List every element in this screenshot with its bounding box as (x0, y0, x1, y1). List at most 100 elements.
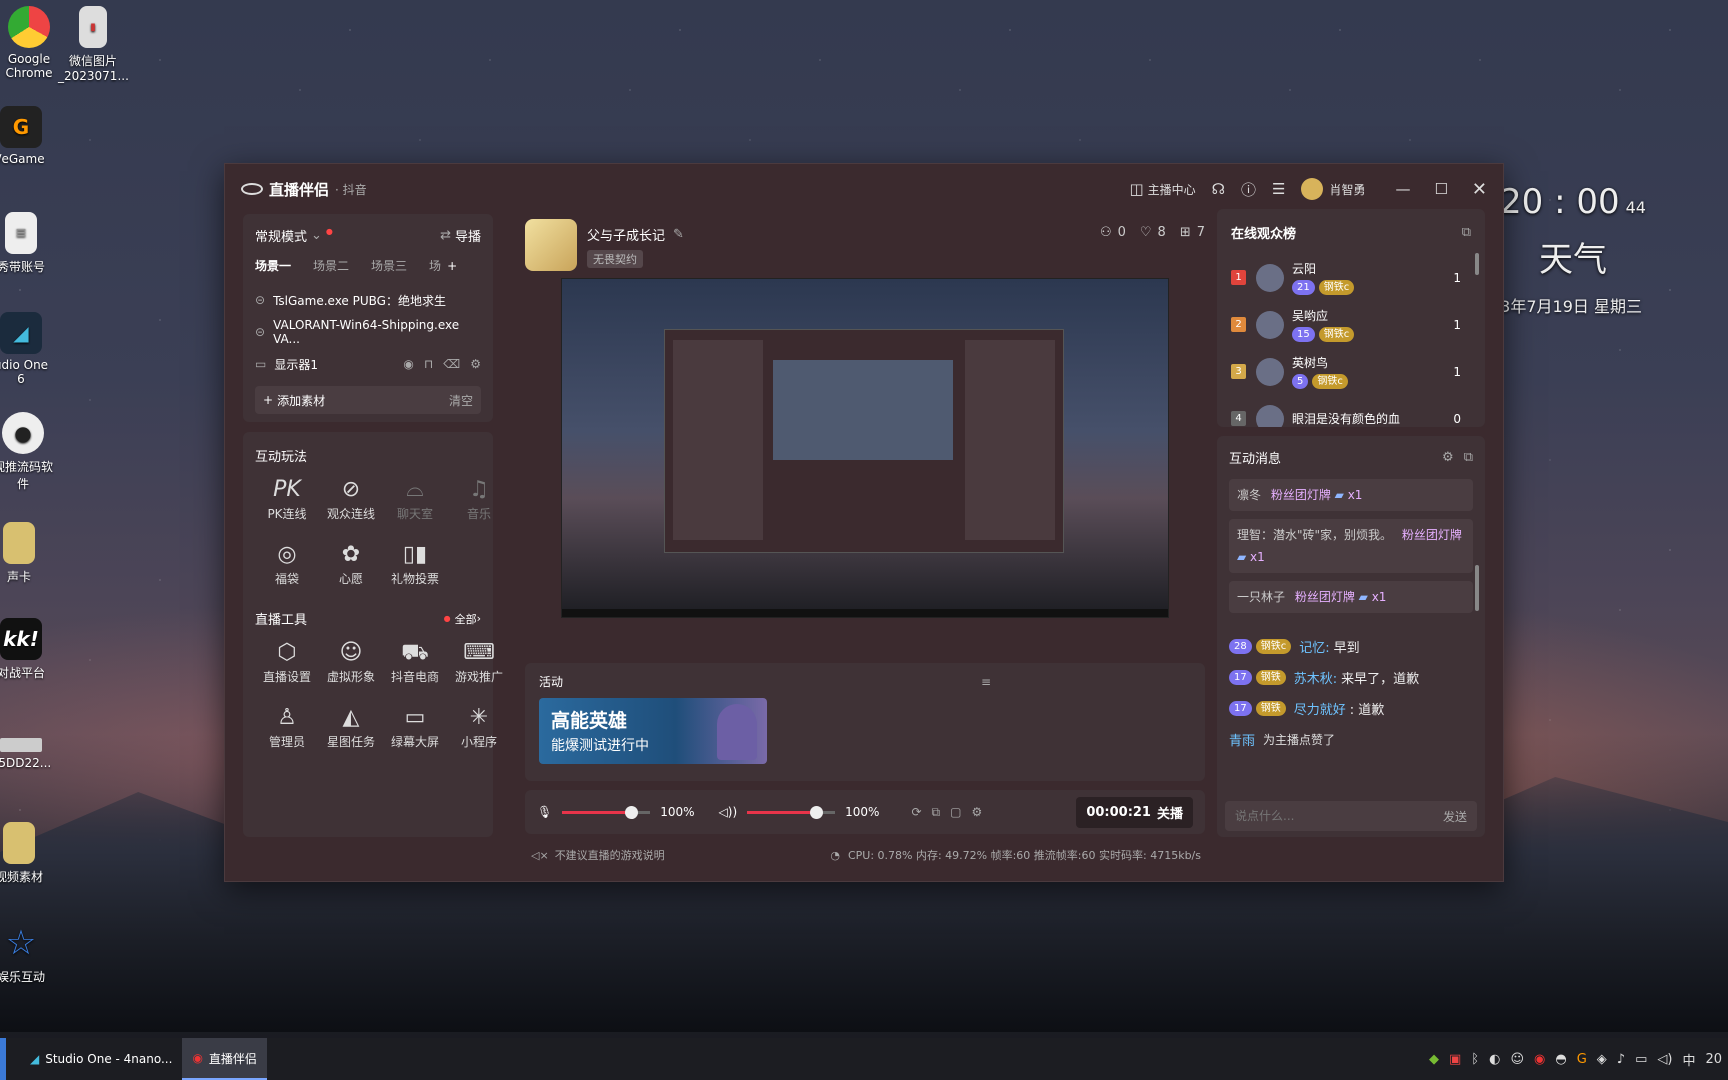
greenscreen-button[interactable]: ▭ 绿幕大屏 (383, 703, 447, 750)
viewer-row[interactable]: 1 云阳 21 钢铁c 1 (1231, 254, 1471, 301)
headset-icon[interactable]: ☊ (1212, 180, 1225, 198)
miniapp-button[interactable]: ✳ 小程序 (447, 703, 511, 750)
desktop-icon-kk[interactable]: kk! 对战平台 (0, 618, 56, 681)
send-button[interactable]: 发送 (1443, 808, 1467, 825)
viewer-row[interactable]: 3 英树鸟 5 钢铁c 1 (1231, 348, 1471, 395)
gift-vote-button[interactable]: ▯▮ 礼物投票 (383, 540, 447, 587)
stop-live-button[interactable]: 00:00:21 关播 (1076, 796, 1193, 828)
gift-bag-button[interactable]: ◎ 福袋 (255, 540, 319, 587)
tab-scene-1[interactable]: 场景一 (255, 257, 291, 274)
desktop-icon-wegame[interactable]: G /eGame (0, 106, 56, 166)
chat-input[interactable] (1235, 809, 1443, 823)
music-button[interactable]: ♫ 音乐 (447, 475, 511, 522)
desktop-icon-studio-one[interactable]: ◢ udio One 6 (0, 312, 56, 386)
viewer-scrollbar[interactable] (1475, 253, 1479, 275)
mode-select[interactable]: 常规模式 ⌄ ● (255, 226, 333, 245)
screen-icon[interactable]: ⧉ (932, 805, 941, 820)
speaker-volume-knob[interactable] (809, 805, 823, 819)
taskbar-clock[interactable]: 20 (1705, 1052, 1722, 1067)
message-scrollbar[interactable] (1475, 565, 1479, 611)
host-center-button[interactable]: ◫ 主播中心 (1129, 180, 1195, 198)
ecommerce-button[interactable]: ⛟ 抖音电商 (383, 638, 447, 685)
maximize-icon[interactable]: ☐ (1434, 180, 1447, 198)
popout-icon[interactable]: ⧉ (1462, 225, 1471, 240)
tray-icon[interactable]: ◓ (1555, 1052, 1566, 1067)
eye-icon[interactable]: ◉ (403, 357, 413, 371)
game-promo-button[interactable]: ⌨ 游戏推广 (447, 638, 511, 685)
mic-volume-knob[interactable] (624, 805, 638, 819)
desktop-icon-file[interactable]: E5DD22... (0, 738, 56, 770)
edit-icon[interactable]: ✎ (673, 227, 684, 242)
add-scene-icon[interactable]: + (447, 259, 457, 273)
room-cover[interactable] (525, 219, 577, 271)
live-preview[interactable] (561, 278, 1169, 618)
user-profile[interactable]: 肖智勇 (1301, 178, 1365, 200)
list-icon[interactable]: ≡ (981, 675, 991, 689)
nvidia-icon[interactable]: ◆ (1429, 1052, 1439, 1067)
volume-icon[interactable]: ◁) (1657, 1052, 1672, 1067)
room-category-tag[interactable]: 无畏契约 (587, 250, 643, 268)
notice-link[interactable]: 不建议直播的游戏说明 (555, 847, 665, 863)
gift-user[interactable]: 凛冬 (1237, 488, 1261, 502)
guide-button[interactable]: ⇄ 导播 (440, 226, 481, 245)
desktop-icon-image[interactable]: ▮ 微信图片 _2023071... (58, 6, 129, 83)
trash-icon[interactable]: ⌫ (443, 357, 460, 371)
chatroom-button[interactable]: ⌓ 聊天室 (383, 475, 447, 522)
add-source-button[interactable]: + 添加素材 (263, 392, 325, 409)
wish-button[interactable]: ✿ 心愿 (319, 540, 383, 587)
app-tray-icon[interactable]: ▣ (1449, 1052, 1461, 1067)
video-icon[interactable]: ▢ (950, 805, 961, 819)
network-icon[interactable]: ▭ (1635, 1052, 1647, 1067)
tab-scene-2[interactable]: 场景二 (313, 257, 349, 274)
star-task-button[interactable]: ◭ 星图任务 (319, 703, 383, 750)
wegame-tray-icon[interactable]: G (1577, 1052, 1587, 1067)
speaker-icon[interactable]: ◁)) (719, 805, 738, 819)
tray-icon[interactable]: ◉ (1534, 1052, 1545, 1067)
close-icon[interactable]: ✕ (1472, 179, 1487, 200)
tab-scene-4[interactable]: 场 (429, 257, 441, 274)
settings-icon[interactable]: ⚙ (1442, 450, 1454, 465)
source-item[interactable]: ▭ 显示器1 ◉ ⊓ ⌫ ⚙ (255, 348, 481, 380)
minimize-icon[interactable]: — (1395, 180, 1410, 198)
camera-switch-icon[interactable]: ⟳ (911, 805, 921, 819)
bluetooth-icon[interactable]: ᛒ (1471, 1052, 1479, 1067)
desktop-icon-doc[interactable]: ≡ 秀带账号 (0, 212, 56, 275)
start-button[interactable] (0, 1038, 6, 1080)
source-item[interactable]: ⊝ TslGame.exe PUBG：绝地求生 (255, 284, 481, 316)
tab-scene-3[interactable]: 场景三 (371, 257, 407, 274)
settings-icon[interactable]: ⚙ (470, 357, 481, 371)
menu-icon[interactable]: ☰ (1272, 180, 1285, 198)
virtual-avatar-button[interactable]: ☺ 虚拟形象 (319, 638, 383, 685)
desktop-icon-soundcard[interactable]: 声卡 (0, 522, 54, 585)
microphone-icon[interactable]: ♪ (1617, 1052, 1625, 1067)
microphone-icon[interactable]: 🎙︎ (537, 805, 552, 819)
viewer-row[interactable]: 2 吴哟应 15 钢铁c 1 (1231, 301, 1471, 348)
activity-banner[interactable]: 高能英雄 能爆测试进行中 (539, 698, 767, 764)
viewer-row[interactable]: 4 眼泪是没有颜色的血 0 (1231, 395, 1471, 427)
tray-icon[interactable]: ☺ (1510, 1052, 1524, 1067)
help-icon[interactable]: ⓘ (1241, 179, 1256, 200)
ime-indicator[interactable]: 中 (1682, 1050, 1695, 1069)
source-item[interactable]: ⊝ VALORANT-Win64-Shipping.exe VA... (255, 316, 481, 348)
taskbar-item-live-companion[interactable]: ◉ 直播伴侣 (182, 1038, 267, 1080)
desktop-icon-stream-tool[interactable]: ● 视推流码软 件 (0, 412, 58, 492)
speaker-volume-slider[interactable] (747, 805, 836, 819)
chat-user[interactable]: 尽力就好 (1294, 699, 1346, 718)
like-user[interactable]: 青雨 (1229, 730, 1255, 749)
gift-user[interactable]: 理智：潜水"砖"家，别烦我。 (1237, 528, 1392, 542)
desktop-icon-video-folder[interactable]: 视频素材 (0, 822, 54, 885)
audience-link-button[interactable]: ⊘ 观众连线 (319, 475, 383, 522)
desktop-icon-entertainment[interactable]: ☆ 娱乐互动 (0, 922, 56, 985)
tray-icon[interactable]: ◐ (1489, 1052, 1500, 1067)
admin-button[interactable]: ♙ 管理员 (255, 703, 319, 750)
pk-button[interactable]: PK PK连线 (255, 475, 319, 522)
live-settings-button[interactable]: ⬡ 直播设置 (255, 638, 319, 685)
tray-icon[interactable]: ◈ (1597, 1052, 1607, 1067)
desktop-icon-chrome[interactable]: Google Chrome (0, 6, 64, 80)
taskbar-item-studio-one[interactable]: ◢ Studio One - 4nano... (20, 1038, 182, 1080)
title-bar[interactable]: 直播伴侣 · 抖音 ◫ 主播中心 ☊ ⓘ ☰ 肖智勇 — ☐ ✕ (225, 164, 1503, 214)
chat-user[interactable]: 记忆: (1299, 637, 1329, 656)
mic-volume-slider[interactable] (562, 805, 651, 819)
popout-icon[interactable]: ⧉ (1464, 450, 1473, 465)
lock-icon[interactable]: ⊓ (424, 357, 433, 371)
